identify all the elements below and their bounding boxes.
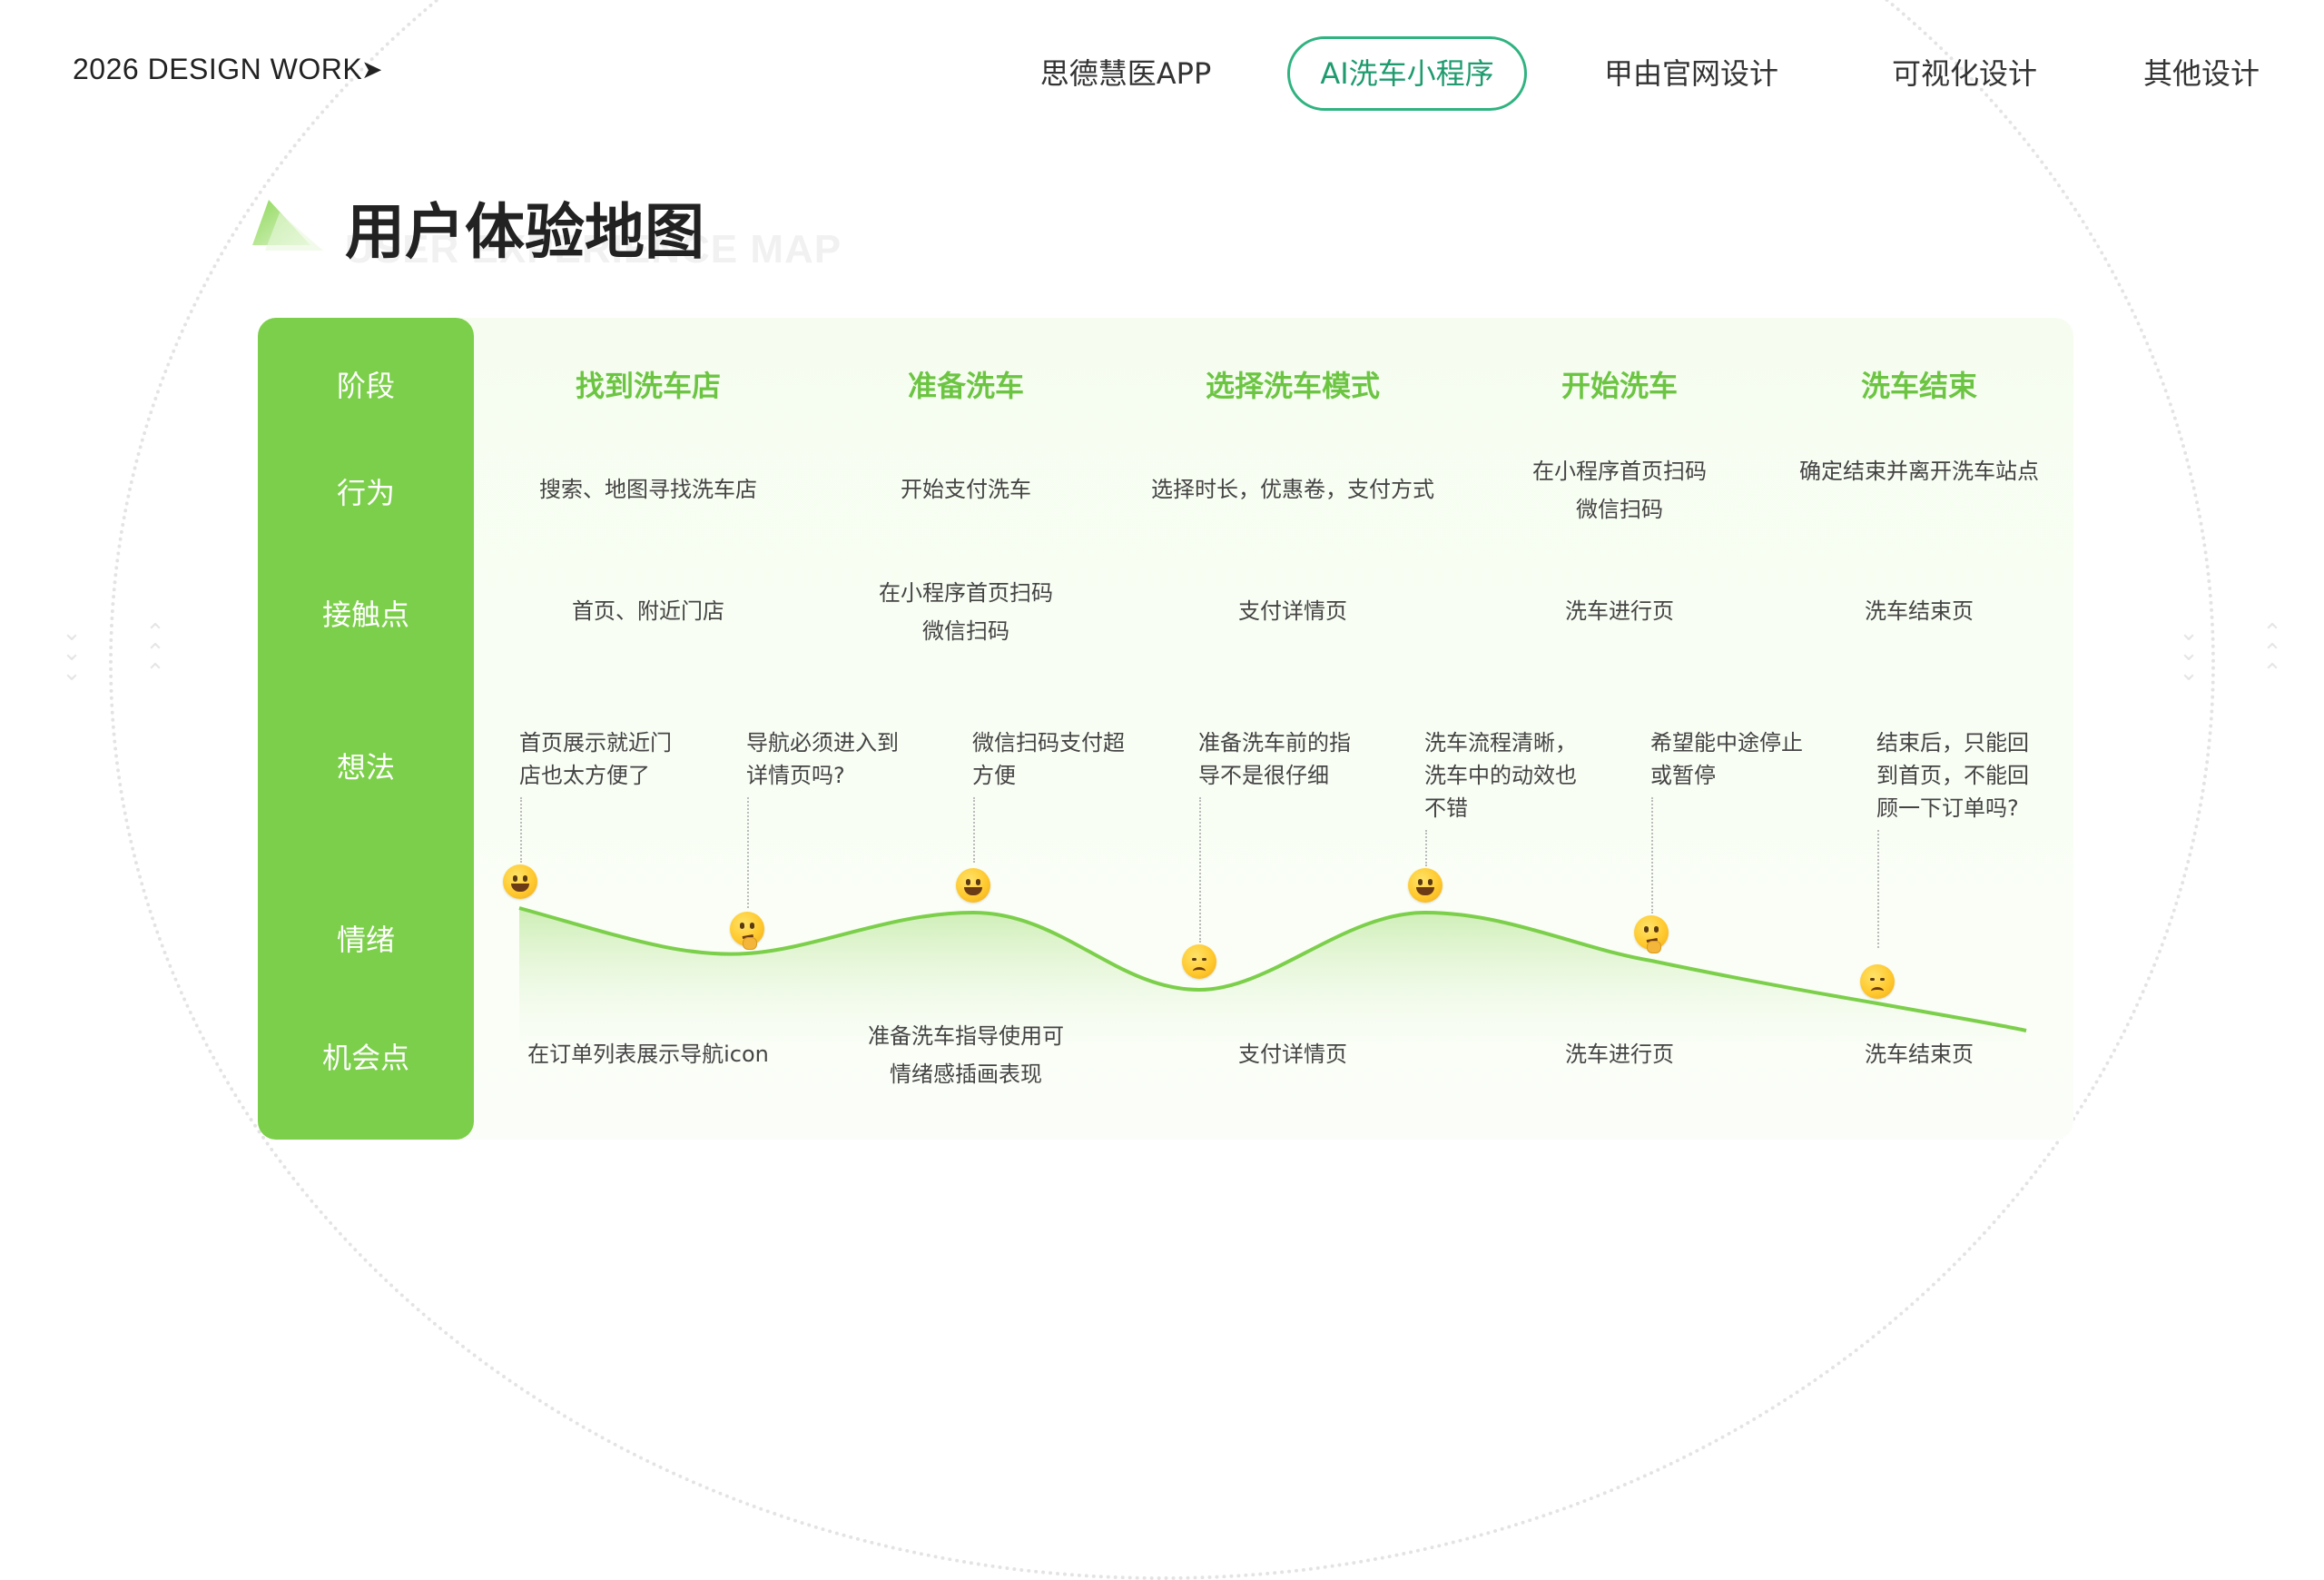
- sad-face-icon: [1860, 964, 1895, 999]
- thought-6: 希望能中途停止 或暂停: [1650, 730, 1803, 788]
- row-label-sidebar: [258, 318, 474, 1140]
- nav-item-visualization[interactable]: 可视化设计: [1883, 36, 2046, 111]
- behavior-1: 搜索、地图寻找洗车店: [539, 477, 757, 502]
- touchpoint-5: 洗车结束页: [1865, 598, 1974, 624]
- opportunity-1: 在订单列表展示导航icon: [527, 1042, 769, 1067]
- thought-3: 微信扫码支付超 方便: [972, 730, 1125, 788]
- connector-line-7: [1877, 830, 1879, 948]
- row-label-thought: 想法: [336, 750, 395, 785]
- connector-line-5: [1425, 830, 1427, 866]
- chevrons-up-left-icon: ⌃ ⌃ ⌃: [145, 619, 165, 686]
- thought-2: 导航必须进入到 详情页吗?: [746, 730, 899, 788]
- chevrons-down-right-icon: ⌄ ⌄ ⌄: [2179, 619, 2199, 686]
- chevrons-down-left-icon: ⌄ ⌄ ⌄: [62, 619, 82, 686]
- touchpoint-1: 首页、附近门店: [572, 598, 724, 624]
- top-nav: 思德慧医APP AI洗车小程序 甲由官网设计 可视化设计 其他设计: [0, 36, 2324, 111]
- happy-face-icon: [1408, 868, 1443, 903]
- opportunity-5: 洗车结束页: [1865, 1042, 1974, 1067]
- nav-item-jiayou-site[interactable]: 甲由官网设计: [1596, 36, 1787, 111]
- connector-line-3: [973, 797, 975, 863]
- happy-face-icon: [956, 868, 990, 903]
- nav-item-sidehuiyi[interactable]: 思德慧医APP: [1035, 36, 1216, 111]
- row-label-opportunity: 机会点: [321, 1041, 409, 1075]
- connector-line-1: [520, 797, 522, 863]
- opportunity-2: 准备洗车指导使用可 情绪感插画表现: [868, 1023, 1064, 1087]
- behavior-5: 确定结束并离开洗车站点: [1799, 459, 2039, 484]
- opportunity-4: 洗车进行页: [1565, 1042, 1674, 1067]
- sad-face-icon: [1182, 944, 1216, 979]
- stage-5: 洗车结束: [1860, 369, 1977, 403]
- thought-4: 准备洗车前的指 导不是很仔细: [1198, 730, 1351, 788]
- thought-5: 洗车流程清晰， 洗车中的动效也 不错: [1424, 730, 1577, 821]
- stage-2: 准备洗车: [907, 369, 1024, 403]
- stage-1: 找到洗车店: [575, 369, 721, 403]
- thought-1: 首页展示就近门 店也太方便了: [519, 730, 672, 788]
- behavior-4: 在小程序首页扫码 微信扫码: [1532, 459, 1707, 522]
- row-label-behavior: 行为: [336, 476, 395, 510]
- page-title: 用户体验地图: [345, 197, 704, 267]
- nav-item-ai-carwash[interactable]: AI洗车小程序: [1287, 36, 1527, 111]
- thinking-face-icon: [1634, 915, 1669, 953]
- nav-item-other[interactable]: 其他设计: [2133, 36, 2270, 111]
- title-triangle-icon: [252, 200, 323, 251]
- connector-line-4: [1199, 797, 1201, 943]
- behavior-2: 开始支付洗车: [901, 477, 1031, 502]
- thinking-face-icon: [730, 912, 764, 950]
- touchpoint-4: 洗车进行页: [1565, 598, 1674, 624]
- chevrons-up-right-icon: ⌃ ⌃ ⌃: [2262, 619, 2282, 686]
- thought-7: 结束后，只能回 到首页，不能回 顾一下订单吗?: [1876, 730, 2029, 821]
- row-label-touchpoint: 接触点: [321, 597, 409, 632]
- touchpoint-2: 在小程序首页扫码 微信扫码: [879, 580, 1053, 644]
- happy-face-icon: [503, 864, 537, 899]
- stage-4: 开始洗车: [1561, 369, 1678, 403]
- touchpoint-3: 支付详情页: [1238, 598, 1347, 624]
- row-label-emotion: 情绪: [336, 923, 395, 957]
- connector-line-2: [747, 797, 749, 908]
- opportunity-3: 支付详情页: [1238, 1042, 1347, 1067]
- connector-line-6: [1651, 797, 1653, 913]
- behavior-3: 选择时长，优惠卷，支付方式: [1151, 477, 1434, 502]
- stage-3: 选择洗车模式: [1205, 369, 1380, 403]
- row-label-stage: 阶段: [336, 369, 395, 403]
